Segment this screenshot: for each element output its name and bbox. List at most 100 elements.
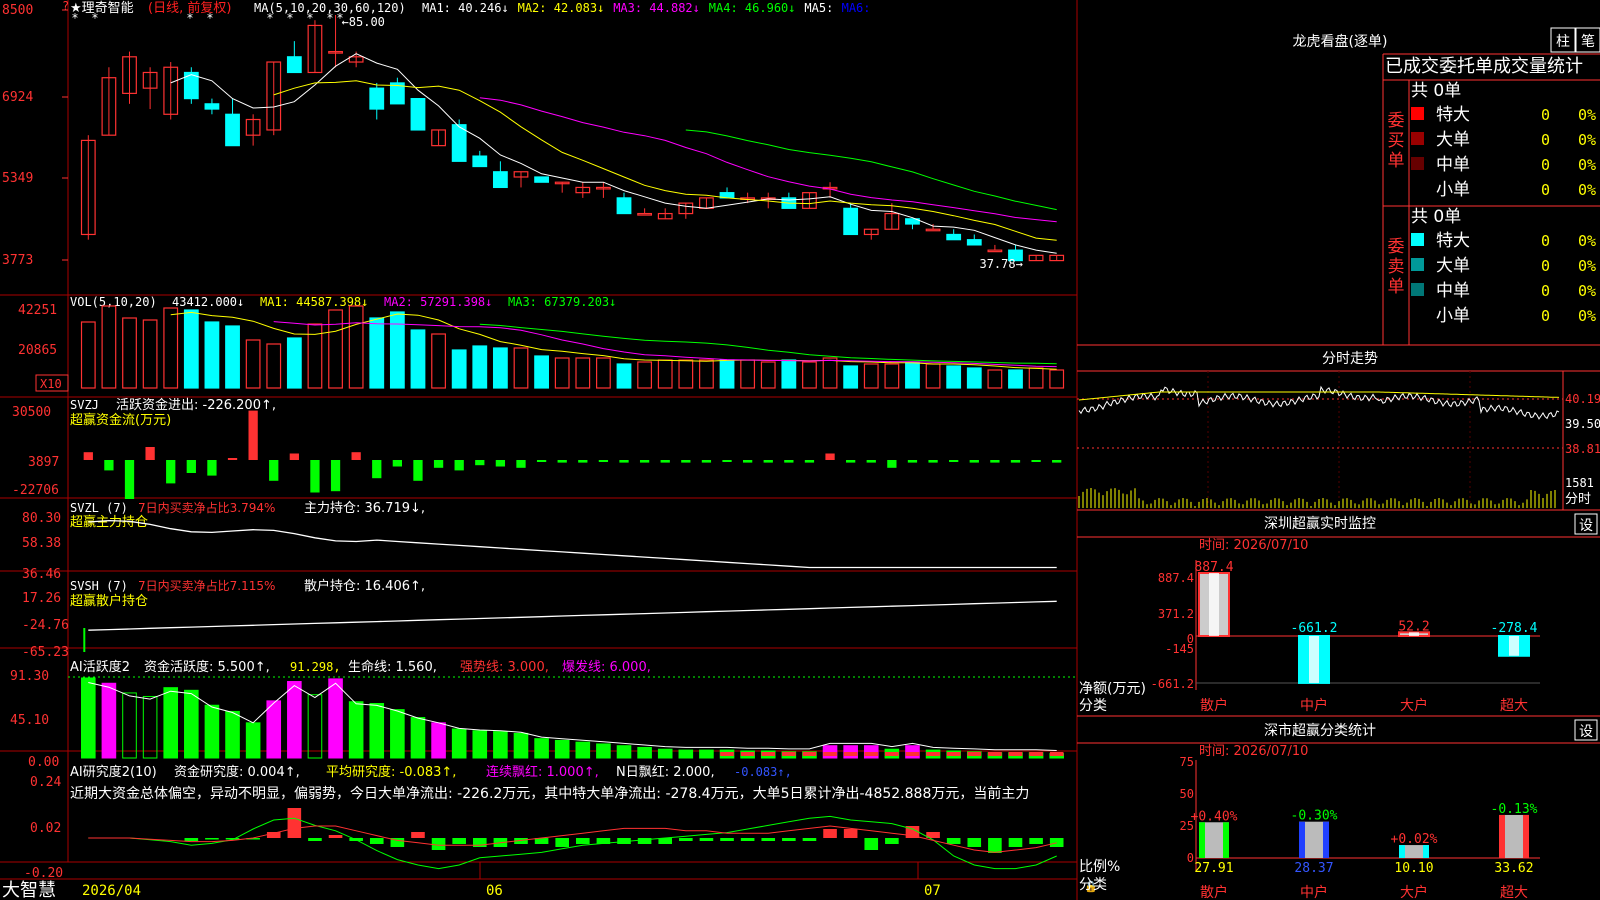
activity-bar[interactable]	[307, 694, 323, 759]
volume-bar[interactable]	[905, 361, 920, 389]
flow-bar[interactable]	[804, 460, 815, 463]
activity-bar[interactable]	[575, 741, 591, 759]
research-bar[interactable]	[823, 829, 837, 838]
flow-bar[interactable]	[289, 453, 299, 461]
activity-bar[interactable]	[905, 745, 920, 759]
volume-bar[interactable]	[843, 365, 859, 389]
flow-bar[interactable]	[887, 460, 897, 468]
research-bar[interactable]	[885, 838, 899, 844]
flow-bar[interactable]	[1052, 460, 1062, 463]
candle[interactable]	[616, 197, 632, 215]
volume-bar[interactable]	[225, 325, 240, 389]
volume-bar[interactable]	[266, 343, 282, 389]
candle[interactable]	[843, 207, 859, 236]
volume-bar[interactable]	[575, 357, 591, 389]
flow-bar[interactable]	[949, 460, 959, 462]
activity-bar[interactable]	[843, 745, 858, 759]
volume-bar[interactable]	[286, 337, 302, 389]
activity-bar[interactable]	[410, 717, 426, 759]
research-bar[interactable]	[967, 838, 982, 847]
volume-bar[interactable]	[410, 329, 426, 389]
volume-bar[interactable]	[1008, 369, 1023, 389]
candle[interactable]	[204, 103, 220, 110]
brand-logo[interactable]: 大智慧	[2, 880, 56, 900]
flow-bar[interactable]	[248, 410, 258, 460]
flow-bar[interactable]	[310, 460, 320, 493]
candle[interactable]	[369, 87, 385, 110]
candle[interactable]	[286, 56, 302, 74]
flow-bar[interactable]	[598, 460, 609, 462]
flow-bar[interactable]	[145, 447, 155, 460]
activity-bar[interactable]	[822, 745, 838, 759]
research-bar[interactable]	[1029, 838, 1043, 844]
flow-bar[interactable]	[990, 460, 1000, 463]
volume-bar[interactable]	[431, 333, 446, 389]
flow-bar[interactable]	[1031, 460, 1041, 462]
trading-chart-canvas[interactable]: ★理奇智能 (日线, 前复权) MA(5,10,20,30,60,120) MA1: …	[0, 0, 1600, 900]
flow-bar[interactable]	[701, 460, 712, 463]
flow-bar[interactable]	[722, 460, 732, 462]
activity-bar[interactable]	[472, 730, 488, 759]
research-bar[interactable]	[720, 838, 734, 841]
research-bar[interactable]	[679, 838, 693, 841]
volume-bar[interactable]	[616, 363, 632, 389]
activity-bar[interactable]	[184, 689, 199, 759]
research-bar[interactable]	[1008, 838, 1023, 847]
research-bar[interactable]	[988, 838, 1002, 853]
activity-bar[interactable]	[534, 738, 549, 759]
activity-bar[interactable]	[637, 746, 652, 759]
research-bar[interactable]	[864, 838, 879, 850]
volume-bar[interactable]	[596, 357, 611, 389]
activity-bar[interactable]	[245, 722, 261, 759]
volume-bar[interactable]	[101, 305, 117, 389]
flow-bar[interactable]	[392, 460, 403, 467]
flow-bar[interactable]	[413, 460, 423, 481]
flow-bar[interactable]	[454, 460, 464, 471]
volume-bar[interactable]	[678, 359, 694, 389]
volume-bar[interactable]	[719, 359, 735, 389]
flow-bar[interactable]	[186, 460, 196, 473]
activity-bar[interactable]	[101, 682, 117, 759]
research-bar[interactable]	[555, 838, 569, 847]
activity-bar[interactable]	[348, 701, 364, 759]
volume-bar[interactable]	[122, 317, 137, 389]
research-bar[interactable]	[699, 838, 714, 841]
flow-bar[interactable]	[866, 460, 876, 463]
research-bar[interactable]	[308, 838, 322, 841]
flow-bar[interactable]	[104, 460, 114, 471]
flow-bar[interactable]	[83, 452, 93, 460]
volume-bar[interactable]	[163, 307, 179, 389]
volume-bar[interactable]	[492, 347, 508, 389]
research-bar[interactable]	[740, 838, 755, 841]
research-bar[interactable]	[1049, 838, 1064, 847]
volume-bar[interactable]	[1028, 367, 1044, 389]
flow-bar[interactable]	[557, 460, 567, 463]
research-bar[interactable]	[802, 838, 817, 841]
volume-bar[interactable]	[946, 365, 962, 389]
volume-bar[interactable]	[740, 359, 756, 389]
flow-bar[interactable]	[742, 460, 753, 463]
activity-bar[interactable]	[596, 743, 611, 759]
volume-bar[interactable]	[513, 347, 529, 389]
flow-bar[interactable]	[846, 460, 856, 463]
volume-bar[interactable]	[987, 369, 1003, 389]
research-bar[interactable]	[411, 832, 425, 838]
flow-bar[interactable]	[516, 460, 526, 468]
candle[interactable]	[472, 155, 488, 168]
volume-bar[interactable]	[389, 311, 405, 389]
research-bar[interactable]	[576, 838, 590, 844]
candle[interactable]	[410, 98, 426, 131]
activity-bar[interactable]	[390, 709, 405, 759]
volume-bar[interactable]	[863, 363, 879, 389]
volume-bar[interactable]	[822, 357, 838, 389]
volume-bar[interactable]	[183, 309, 199, 389]
research-bar[interactable]	[782, 838, 796, 841]
flow-bar[interactable]	[536, 460, 547, 462]
volume-bar[interactable]	[328, 309, 343, 389]
activity-bar[interactable]	[122, 692, 137, 759]
activity-bar[interactable]	[657, 748, 673, 759]
activity-bar[interactable]	[81, 677, 96, 759]
volume-bar[interactable]	[534, 355, 549, 389]
candle[interactable]	[925, 228, 941, 232]
research-bar[interactable]	[452, 838, 466, 844]
